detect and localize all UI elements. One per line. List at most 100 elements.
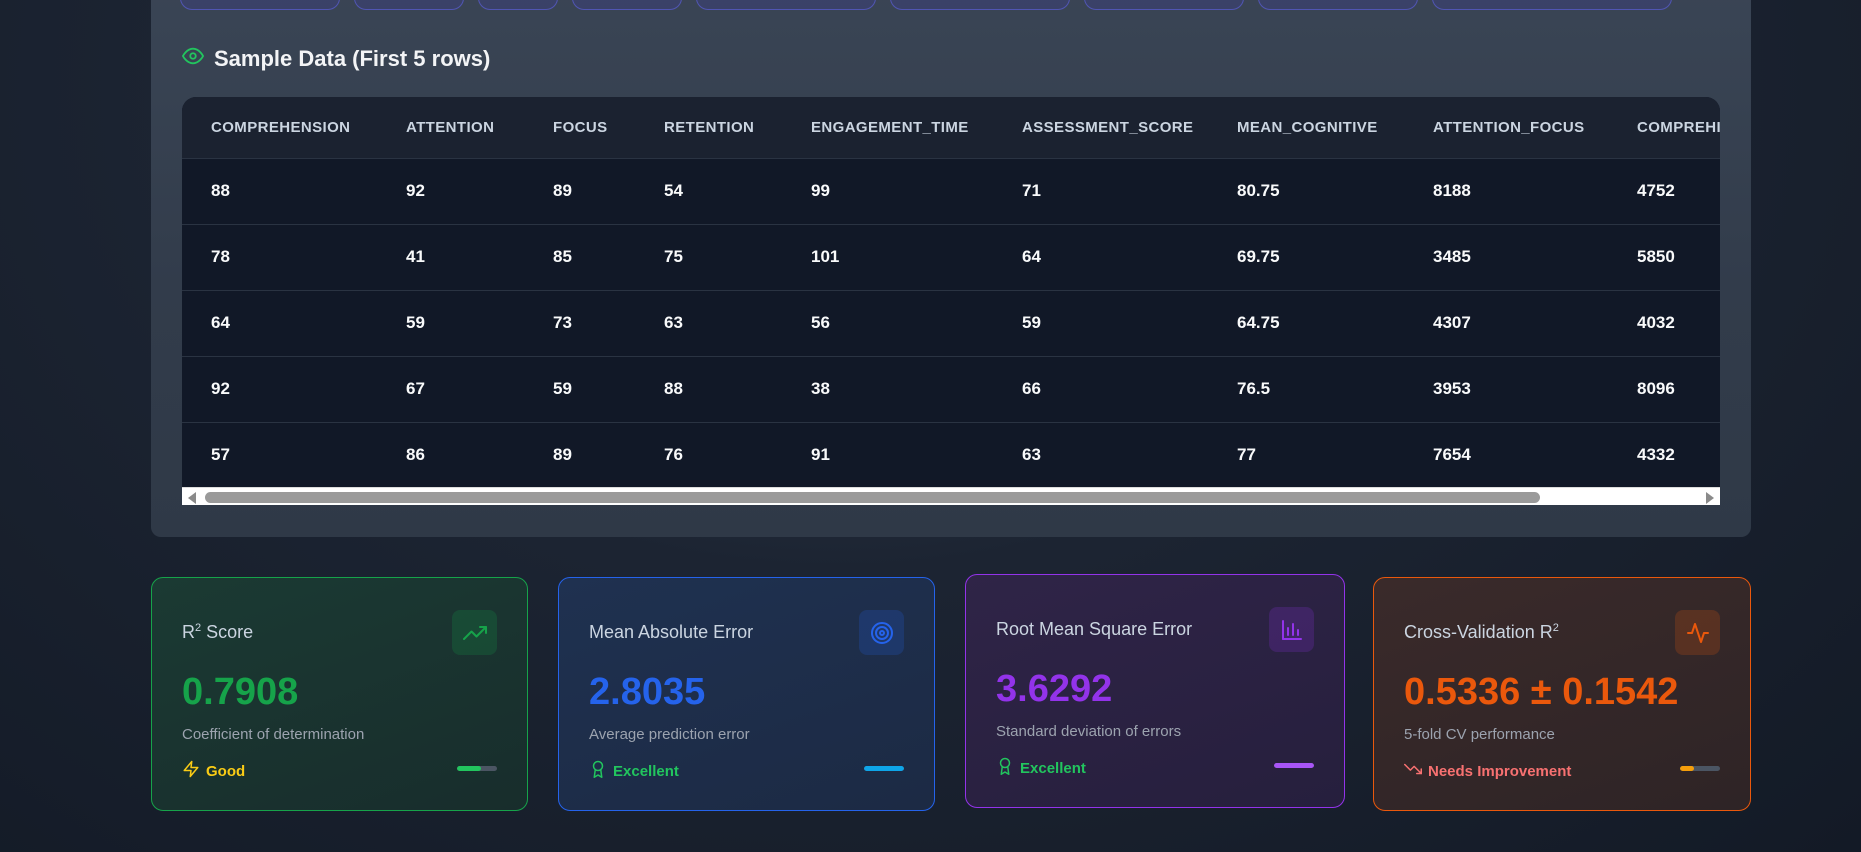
column-header: MEAN_COGNITIVE <box>1208 97 1404 159</box>
top-pill-row <box>180 0 1672 10</box>
metric-label: R2 Score <box>182 622 254 642</box>
section-title-text: Sample Data (First 5 rows) <box>214 46 491 71</box>
table-cell: 7654 <box>1404 421 1608 488</box>
table-cell: 69.75 <box>1208 223 1404 290</box>
table-cell: 92 <box>406 181 425 200</box>
pill[interactable] <box>696 0 876 10</box>
metric-level-fill <box>1274 763 1314 768</box>
table-cell: 64.75 <box>1208 289 1404 356</box>
metric-level-fill <box>1680 766 1694 771</box>
award-icon <box>589 760 607 782</box>
metric-level-bar <box>864 766 904 771</box>
pill[interactable] <box>180 0 340 10</box>
cv-r2-card: Cross-Validation R2 0.5336 ± 0.1542 5-fold… <box>1373 577 1751 811</box>
table-cell: 59 <box>377 289 524 356</box>
eye-icon <box>182 45 204 73</box>
scroll-right-arrow-icon[interactable] <box>1706 492 1714 504</box>
metric-status: Excellent <box>589 760 679 782</box>
metric-value: 0.5336 ± 0.1542 <box>1404 671 1679 713</box>
bar-chart-icon <box>1269 607 1314 652</box>
metric-status: Needs Improvement <box>1404 760 1571 782</box>
pill[interactable] <box>572 0 682 10</box>
pill[interactable] <box>1258 0 1418 10</box>
metric-label: Mean Absolute Error <box>589 622 754 642</box>
metric-value: 3.6292 <box>996 668 1113 710</box>
table-cell: 86 <box>377 421 524 488</box>
r2-score-card: R2 Score 0.7908 Coefficient of determinati… <box>151 577 528 811</box>
table-cell: 63 <box>993 421 1208 488</box>
column-header: FOCUS <box>524 97 635 159</box>
metric-value: 0.7908 <box>182 671 299 713</box>
table-cell: 59 <box>993 289 1208 356</box>
table-row: 88 92 89 54 99 71 80.75 8188 4752 <box>182 158 1720 224</box>
pill[interactable] <box>890 0 1070 10</box>
table-cell: 66 <box>993 355 1208 422</box>
metric-description: 5-fold CV performance <box>1404 726 1555 743</box>
table-row: 64 59 73 63 56 59 64.75 4307 4032 <box>182 289 1720 356</box>
table-cell: 54 <box>664 181 683 200</box>
metric-level-fill <box>864 766 904 771</box>
table-cell: 92 <box>182 355 377 422</box>
metric-description: Average prediction error <box>589 726 750 743</box>
metric-level-bar <box>1274 763 1314 768</box>
table-cell: 76.5 <box>1208 355 1404 422</box>
table-cell: 80.75 <box>1237 181 1280 200</box>
metric-description: Coefficient of determination <box>182 726 365 743</box>
table-cell: 101 <box>782 223 993 290</box>
table-cell: 88 <box>635 355 782 422</box>
metric-level-bar <box>457 766 497 771</box>
pill[interactable] <box>1432 0 1672 10</box>
table-cell: 88 <box>211 181 230 200</box>
column-header: COMPREHENSION <box>182 97 377 159</box>
trending-up-icon <box>452 610 497 655</box>
lightning-icon <box>182 760 200 782</box>
mae-card: Mean Absolute Error 2.8035 Average predict… <box>558 577 935 811</box>
pill[interactable] <box>1084 0 1244 10</box>
table-cell: 4307 <box>1404 289 1608 356</box>
pill[interactable] <box>478 0 558 10</box>
table-cell: 91 <box>782 421 993 488</box>
table-cell: 57 <box>182 421 377 488</box>
table-cell: 3953 <box>1404 355 1608 422</box>
table-cell: 59 <box>524 355 635 422</box>
table-row: 57 86 89 76 91 63 77 7654 4332 <box>182 421 1720 488</box>
sample-data-table[interactable]: COMPREHENSION ATTENTION FOCUS RETENTION ENGA… <box>182 97 1720 505</box>
metric-level-bar <box>1680 766 1720 771</box>
metric-description: Standard deviation of errors <box>996 723 1182 740</box>
table-cell: 85 <box>524 223 635 290</box>
sample-data-title: Sample Data (First 5 rows) <box>182 45 490 73</box>
table-cell: 3485 <box>1404 223 1608 290</box>
table-row: 92 67 59 88 38 66 76.5 3953 8096 <box>182 355 1720 422</box>
table-cell: 4332 <box>1608 421 1720 488</box>
table-cell: 38 <box>782 355 993 422</box>
metric-status: Good <box>182 760 245 782</box>
table-cell: 8188 <box>1433 181 1471 200</box>
table-cell: 99 <box>811 181 830 200</box>
table-cell: 73 <box>524 289 635 356</box>
table-cell: 64 <box>182 289 377 356</box>
table-cell: 89 <box>553 181 572 200</box>
table-cell: 64 <box>993 223 1208 290</box>
horizontal-scrollbar[interactable] <box>182 487 1720 505</box>
scrollbar-thumb[interactable] <box>205 492 1540 503</box>
column-header: COMPREHI <box>1608 97 1720 159</box>
table-cell: 5850 <box>1608 223 1720 290</box>
table-cell: 67 <box>377 355 524 422</box>
table-cell: 4752 <box>1637 181 1675 200</box>
metric-label: Root Mean Square Error <box>996 619 1193 639</box>
pill[interactable] <box>354 0 464 10</box>
metric-level-fill <box>457 766 481 771</box>
column-header: ATTENTION <box>377 97 524 159</box>
activity-icon <box>1675 610 1720 655</box>
scroll-left-arrow-icon[interactable] <box>188 492 196 504</box>
rmse-card: Root Mean Square Error 3.6292 Standard dev… <box>965 574 1345 808</box>
column-header: ATTENTION_FOCUS <box>1404 97 1608 159</box>
table-header-row: COMPREHENSION ATTENTION FOCUS RETENTION ENGA… <box>182 97 1720 159</box>
column-header: ASSESSMENT_SCORE <box>993 97 1208 159</box>
table-cell: 41 <box>377 223 524 290</box>
trending-down-icon <box>1404 760 1422 782</box>
target-icon <box>859 610 904 655</box>
metric-value: 2.8035 <box>589 671 706 713</box>
table-cell: 8096 <box>1608 355 1720 422</box>
table-row: 78 41 85 75 101 64 69.75 3485 5850 <box>182 223 1720 290</box>
